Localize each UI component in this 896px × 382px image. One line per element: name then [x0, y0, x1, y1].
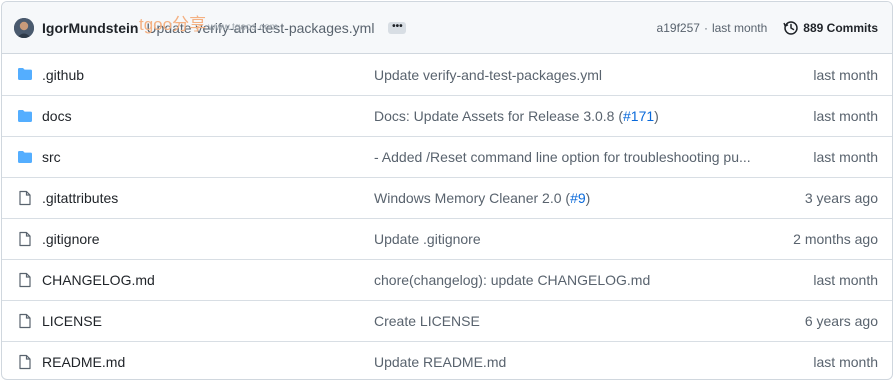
file-icon [19, 231, 31, 247]
folder-icon [18, 110, 32, 122]
file-icon [19, 272, 31, 288]
history-icon [783, 20, 799, 35]
file-commit-message[interactable]: Windows Memory Cleaner 2.0 (#9) [374, 190, 590, 206]
latest-commit-message[interactable]: Update verify-and-test-packages.yml [146, 20, 374, 36]
file-age: 2 months ago [793, 231, 878, 247]
commits-link[interactable]: 889 Commits [783, 20, 878, 36]
file-commit-message[interactable]: Create LICENSE [374, 313, 480, 329]
file-name[interactable]: LICENSE [42, 313, 102, 329]
file-list: .github Update verify-and-test-packages.y… [2, 54, 892, 379]
commit-message-suffix: ) [585, 190, 591, 206]
file-commit-message[interactable]: Update README.md [374, 354, 506, 370]
file-row[interactable]: .gitignore Update .gitignore 2 months ago [2, 218, 892, 259]
file-row[interactable]: .github Update verify-and-test-packages.y… [2, 54, 892, 95]
commit-time: last month [711, 20, 768, 35]
file-commit-message[interactable]: chore(changelog): update CHANGELOG.md [374, 272, 650, 288]
avatar[interactable] [14, 17, 34, 38]
ellipsis-icon: ••• [392, 20, 403, 32]
file-name[interactable]: CHANGELOG.md [42, 272, 155, 288]
file-row[interactable]: src - Added /Reset command line option fo… [2, 136, 892, 177]
file-name[interactable]: .gitattributes [42, 190, 118, 206]
expand-commit-button[interactable]: ••• [388, 20, 407, 34]
folder-icon [18, 151, 32, 163]
file-name[interactable]: .gitignore [42, 231, 100, 247]
commit-message-suffix: ) [654, 108, 659, 124]
commit-message-text: Windows Memory Cleaner 2.0 ( [374, 190, 571, 206]
file-name[interactable]: .github [42, 67, 84, 83]
file-icon [19, 354, 31, 370]
commit-message-text: Docs: Update Assets for Release 3.0.8 ( [374, 108, 624, 124]
file-age: last month [813, 149, 878, 165]
separator: · [703, 20, 708, 35]
file-commit-message[interactable]: Docs: Update Assets for Release 3.0.8 (#… [374, 108, 659, 124]
commits-count: 889 Commits [803, 20, 878, 35]
file-icon [19, 190, 31, 206]
file-name[interactable]: README.md [42, 354, 125, 370]
file-row[interactable]: CHANGELOG.md chore(changelog): update CHA… [2, 259, 892, 300]
file-age: last month [813, 272, 878, 288]
latest-commit-header: IgorMundstein Update verify-and-test-pac… [2, 2, 892, 54]
file-browser: IgorMundstein Update verify-and-test-pac… [1, 1, 893, 380]
file-commit-message[interactable]: Update .gitignore [374, 231, 481, 247]
pull-request-link[interactable]: #9 [570, 190, 586, 206]
file-commit-message[interactable]: - Added /Reset command line option for t… [374, 149, 751, 165]
file-name[interactable]: docs [42, 108, 72, 124]
file-row[interactable]: LICENSE Create LICENSE 6 years ago [2, 300, 892, 341]
folder-icon [18, 68, 32, 80]
file-icon [19, 313, 31, 329]
commit-sha[interactable]: a19f257 [657, 21, 700, 35]
file-row[interactable]: .gitattributes Windows Memory Cleaner 2.0… [2, 177, 892, 218]
file-age: 6 years ago [804, 313, 878, 329]
file-row[interactable]: README.md Update README.md last month [2, 341, 892, 379]
file-name[interactable]: src [42, 149, 61, 165]
file-commit-message[interactable]: Update verify-and-test-packages.yml [374, 67, 602, 83]
file-age: 3 years ago [804, 190, 878, 206]
file-age: last month [813, 108, 878, 124]
file-age: last month [813, 66, 878, 83]
file-age: last month [813, 354, 878, 370]
pull-request-link[interactable]: #171 [623, 108, 654, 124]
file-row[interactable]: docs Docs: Update Assets for Release 3.0.… [2, 95, 892, 136]
commit-author[interactable]: IgorMundstein [42, 20, 138, 36]
